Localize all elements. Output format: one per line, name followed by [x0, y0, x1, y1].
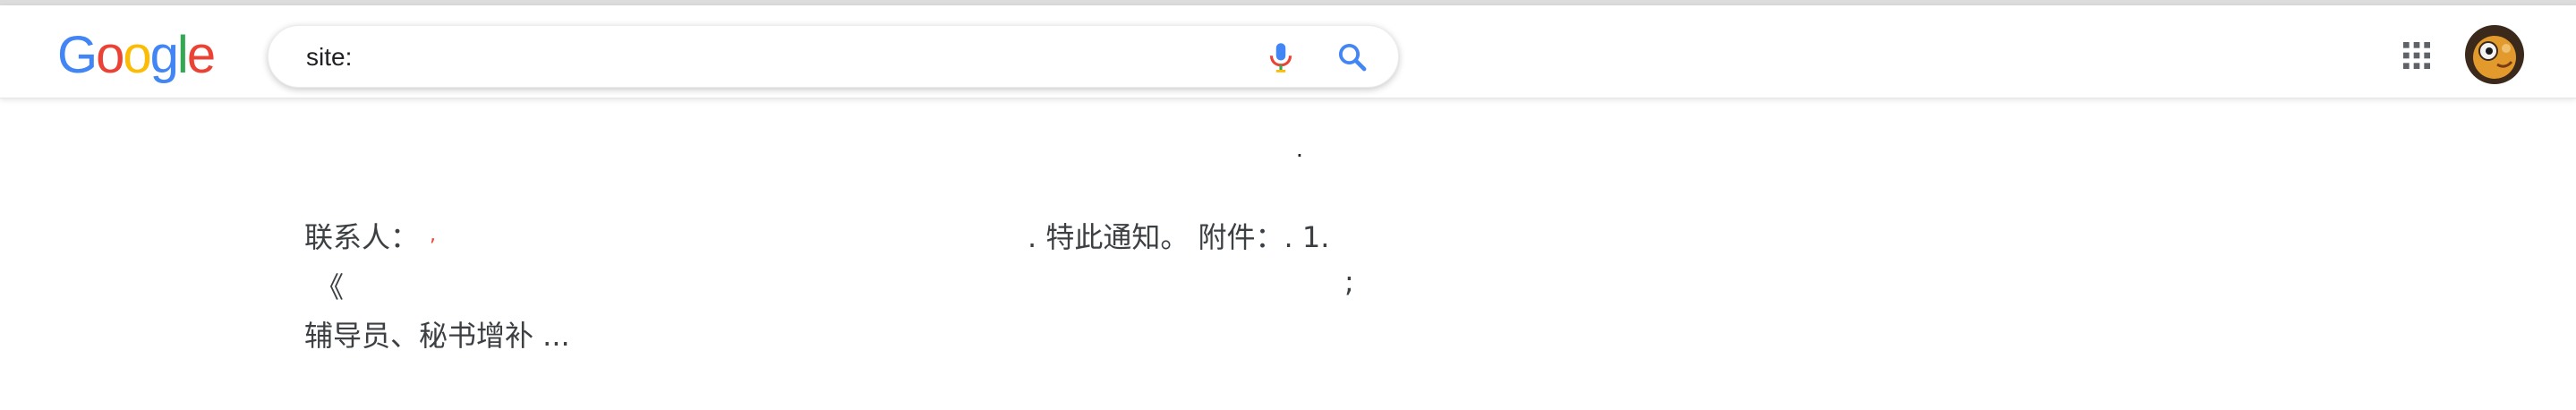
logo-letter: o: [96, 25, 124, 84]
logo-letter: g: [149, 25, 179, 84]
search-input[interactable]: [306, 38, 1201, 76]
mic-icon[interactable]: [1262, 38, 1300, 76]
logo-letter: G: [57, 25, 98, 84]
result-dot: .: [1296, 134, 1303, 162]
logo-letter: e: [186, 25, 216, 84]
snippet-notice-text: . 特此通知。 附件：. 1.: [1028, 220, 1330, 254]
search-box[interactable]: [268, 25, 1399, 88]
apps-grid-icon[interactable]: [2399, 38, 2435, 73]
search-results: . 联系人： , . 特此通知。 附件：. 1. 《 ; 辅导员、秘书增补 ..…: [0, 98, 2576, 410]
search-header: G o o g l e: [0, 5, 2576, 98]
search-icon[interactable]: [1334, 38, 1371, 76]
snippet-contact-label: 联系人：: [304, 220, 420, 254]
avatar[interactable]: [2461, 21, 2528, 88]
logo-letter: l: [176, 25, 189, 84]
logo-letter: o: [123, 25, 151, 84]
snippet-bracket: 《: [315, 270, 345, 304]
snippet-mark: ,: [430, 224, 436, 246]
snippet-semicolon: ;: [1344, 265, 1354, 299]
google-logo[interactable]: G o o g l e: [57, 23, 216, 86]
snippet-last-line: 辅导员、秘书增补 ...: [304, 319, 570, 353]
